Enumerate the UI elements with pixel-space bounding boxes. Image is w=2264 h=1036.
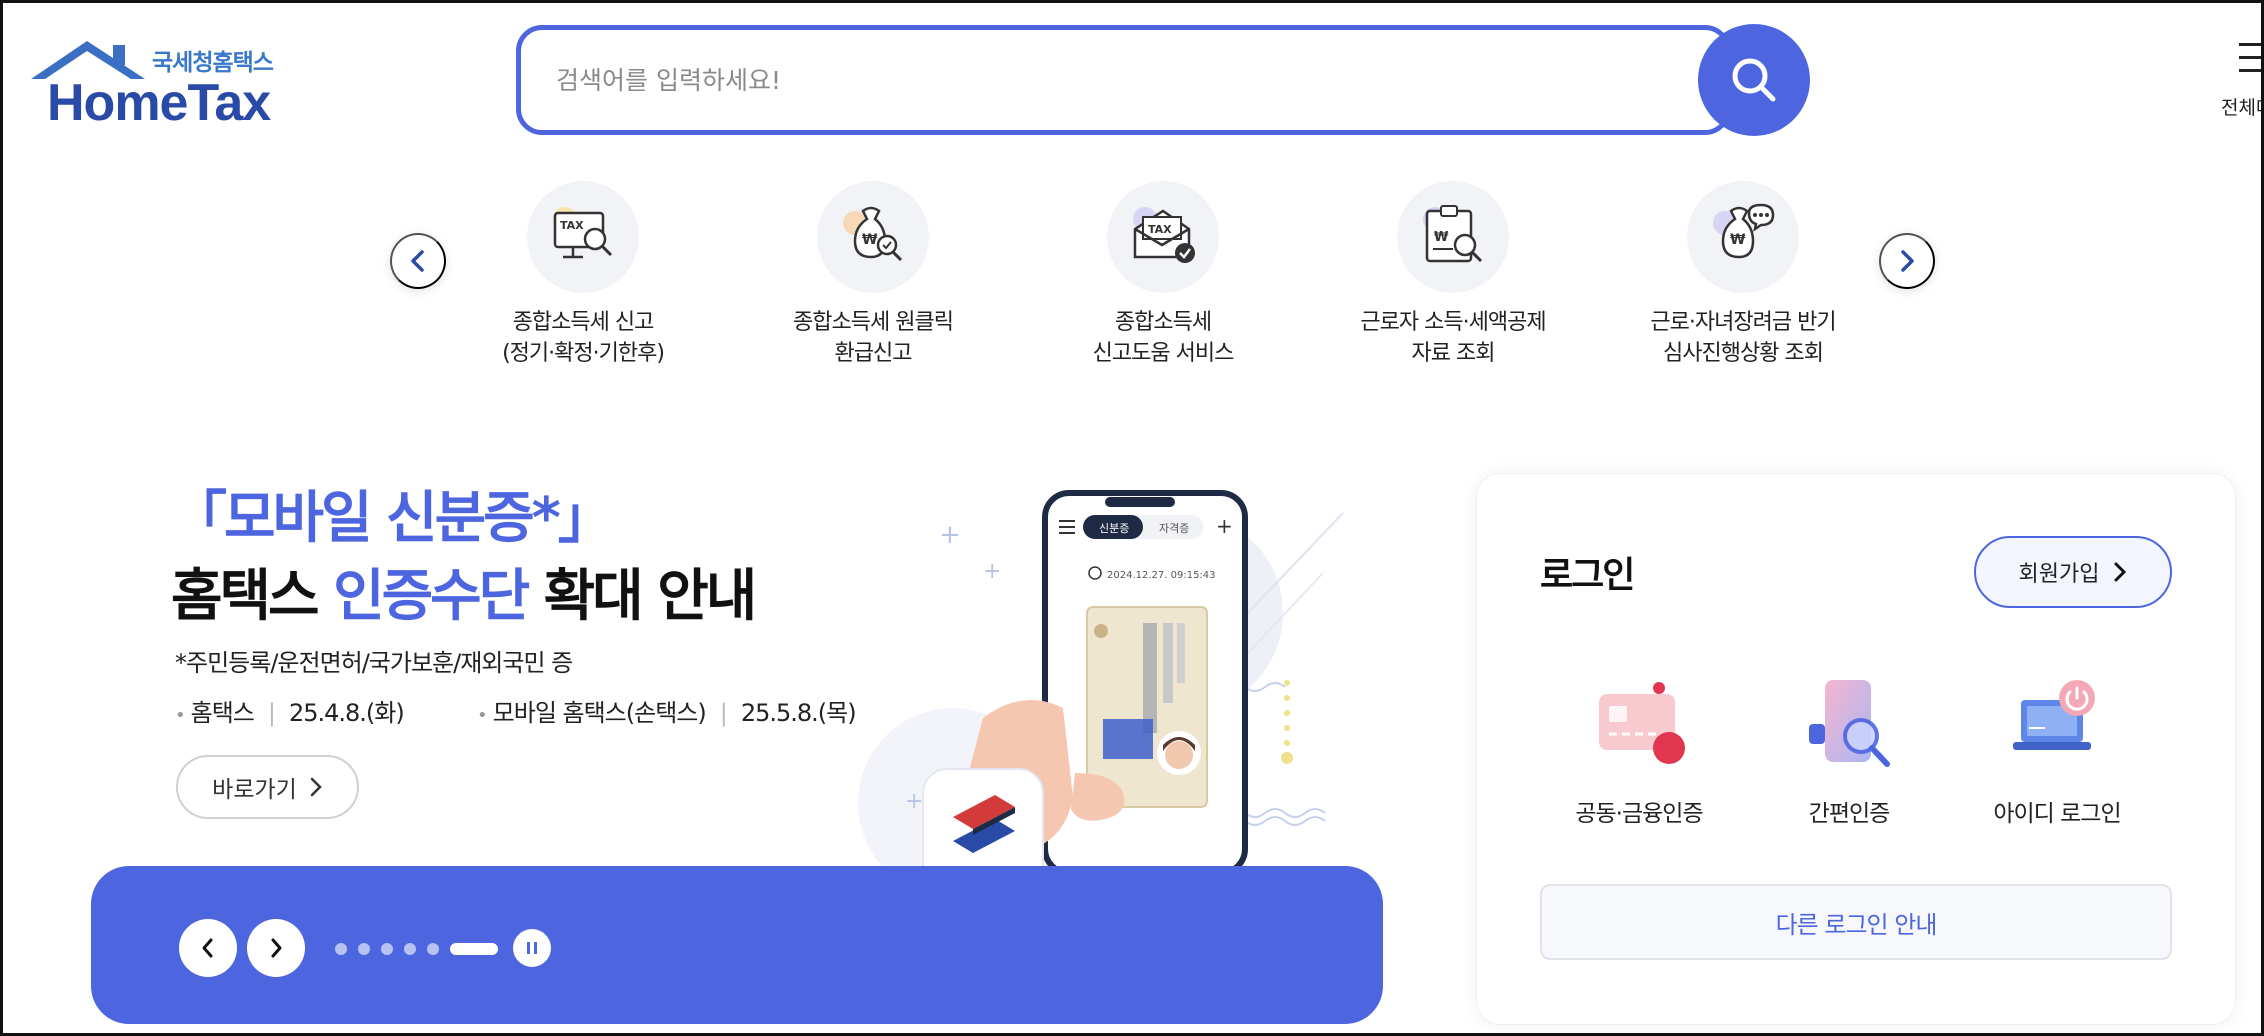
chevron-right-icon	[1901, 250, 1914, 272]
banner-title-line1: 「모바일 신분증*」	[171, 486, 614, 551]
banner-title-line2: 홈택스 인증수단 확대 안내	[171, 551, 758, 632]
mobile-id-illustration: + + + 신분증 자격증 + 2024.12.27. 09:15:43	[858, 490, 1344, 898]
login-option-simple-auth[interactable]: 간편인증	[1749, 674, 1949, 828]
slide-dot[interactable]	[427, 943, 439, 955]
banner-illustration: + + + 신분증 자격증 + 2024.12.27. 09:15:43	[843, 473, 1363, 913]
clipboard-search-icon: ₩	[1397, 181, 1509, 293]
phone-tab-license: 자격증	[1159, 522, 1189, 535]
quick-menu-item-one-click-refund[interactable]: ₩ 종합소득세 원클릭환급신고	[748, 181, 998, 369]
quick-menu-label-line1: 근로·자녀장려금 반기	[1650, 310, 1836, 335]
login-option-label: 아이디 로그인	[1993, 801, 2121, 827]
login-option-certificate[interactable]: 공동·금융인증	[1539, 674, 1739, 828]
tax-envelope-check-icon: TAX	[1107, 181, 1219, 293]
phone-search-icon	[1799, 674, 1899, 774]
slide-dot[interactable]	[381, 943, 393, 955]
chevron-left-icon	[202, 938, 213, 958]
svg-text:+: +	[939, 520, 961, 550]
banner-dates: • 홈택스 | 25.4.8.(화) • 모바일 홈택스(손택스) | 25.5.8.(목)	[175, 699, 857, 727]
certificate-card-icon	[1589, 674, 1689, 774]
search-input[interactable]	[556, 56, 1656, 104]
search-icon	[1732, 58, 1776, 102]
svg-text:₩: ₩	[1434, 230, 1449, 245]
money-bag-chat-icon: ₩	[1687, 181, 1799, 293]
banner-pause-button[interactable]	[513, 929, 551, 967]
svg-text:+: +	[905, 789, 923, 814]
search-box	[516, 25, 1731, 135]
login-option-label: 공동·금융인증	[1575, 801, 1703, 827]
other-login-guide-button[interactable]: 다른 로그인 안내	[1540, 884, 2172, 960]
slide-dot[interactable]	[404, 943, 416, 955]
svg-text:TAX: TAX	[560, 219, 584, 232]
slide-dot[interactable]	[358, 943, 370, 955]
quick-menu-item-filing-help[interactable]: TAX 종합소득세신고도움 서비스	[1038, 181, 1288, 369]
quick-menu-item-incentive-status[interactable]: ₩ 근로·자녀장려금 반기심사진행상황 조회	[1618, 181, 1868, 369]
date1-value: 25.4.8.(화)	[288, 699, 405, 727]
slide-indicator	[335, 943, 498, 955]
quick-menu-label-line1: 종합소득세 원클릭	[793, 310, 954, 335]
svg-text:₩: ₩	[1730, 232, 1746, 248]
banner-title-prefix: 홈택스	[171, 564, 334, 629]
money-bag-check-icon: ₩	[817, 181, 929, 293]
banner-note: *주민등록/운전면허/국가보훈/재외국민 증	[175, 649, 573, 677]
quick-menu-item-income-tax-filing[interactable]: TAX 종합소득세 신고 (정기·확정·기한후)	[458, 181, 708, 369]
quick-menu-label-line1: 근로자 소득·세액공제	[1360, 310, 1546, 335]
laptop-power-icon	[2007, 674, 2107, 774]
banner-control-bar	[91, 866, 1383, 1024]
hometax-logo[interactable]: 국세청홈택스 HomeTax	[27, 39, 287, 132]
date2-value: 25.5.8.(목)	[740, 699, 857, 727]
quick-menu-label-line2: 자료 조회	[1411, 341, 1496, 366]
quick-menu-item-deduction-data[interactable]: ₩ 근로자 소득·세액공제자료 조회	[1328, 181, 1578, 369]
chevron-right-icon	[2114, 562, 2127, 582]
signup-button-label: 회원가입	[2018, 562, 2100, 587]
quick-menu-next-button[interactable]	[1879, 233, 1935, 289]
full-menu-button[interactable]: 전체메	[2203, 33, 2261, 123]
chevron-left-icon	[411, 250, 424, 272]
login-option-id-login[interactable]: 아이디 로그인	[1957, 674, 2157, 828]
slide-dot-active[interactable]	[450, 943, 498, 955]
svg-text:+: +	[983, 559, 1001, 584]
banner-next-button[interactable]	[247, 919, 305, 977]
quick-menu-label-line2: 신고도움 서비스	[1092, 341, 1235, 366]
svg-text:TAX: TAX	[1148, 223, 1172, 236]
login-title: 로그인	[1540, 555, 1635, 596]
chevron-right-icon	[310, 777, 322, 797]
pause-icon	[527, 942, 530, 954]
goto-button[interactable]: 바로가기	[176, 755, 359, 819]
logo-subtitle: 국세청홈택스	[152, 50, 274, 76]
tax-monitor-search-icon: TAX	[527, 181, 639, 293]
search-button[interactable]	[1698, 24, 1810, 136]
hamburger-icon	[2239, 43, 2261, 82]
signup-button[interactable]: 회원가입	[1974, 536, 2172, 608]
date1-label: 홈택스	[190, 699, 255, 727]
banner-title-suffix: 확대 안내	[527, 564, 758, 629]
quick-menu-label-line1: 종합소득세 신고	[512, 310, 655, 335]
banner-prev-button[interactable]	[179, 919, 237, 977]
chevron-right-icon	[271, 938, 282, 958]
quick-menu-prev-button[interactable]	[390, 233, 446, 289]
page-frame: 국세청홈택스 HomeTax 전체메 TAX	[0, 0, 2264, 1036]
goto-button-label: 바로가기	[212, 777, 297, 803]
logo-title: HomeTax	[47, 74, 271, 132]
date2-label: 모바일 홈택스(손택스)	[492, 699, 707, 727]
phone-timestamp: 2024.12.27. 09:15:43	[1107, 570, 1216, 581]
login-option-label: 간편인증	[1808, 801, 1891, 827]
slide-dot[interactable]	[335, 943, 347, 955]
phone-tab-id: 신분증	[1099, 522, 1129, 535]
full-menu-label: 전체메	[2221, 97, 2261, 119]
quick-menu-label-line2: 환급신고	[834, 341, 913, 366]
quick-menu-label-line2: 심사진행상황 조회	[1663, 341, 1824, 366]
login-panel: 로그인 회원가입 공동·금융인증 간편인증 아이디 로그인 다른 로그인 안내	[1476, 473, 2236, 1025]
quick-menu-label-line1: 종합소득세	[1114, 310, 1212, 335]
banner-title-highlight: 인증수단	[333, 564, 530, 629]
svg-text:₩: ₩	[862, 232, 878, 248]
quick-menu-label-line2: (정기·확정·기한후)	[502, 341, 665, 366]
svg-text:+: +	[1216, 514, 1233, 538]
